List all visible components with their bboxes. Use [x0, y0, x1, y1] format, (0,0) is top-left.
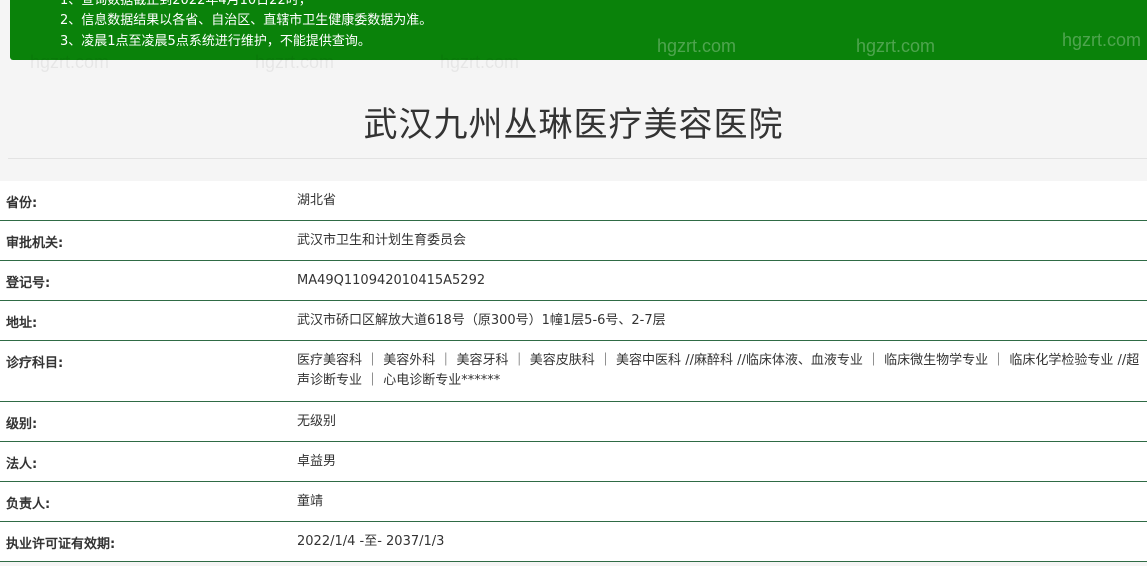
- table-row-departments: 诊疗科目: 医疗美容科 ｜ 美容外科 ｜ 美容牙科 ｜ 美容皮肤科 ｜ 美容中医…: [0, 341, 1147, 402]
- hospital-info-table: 省份: 湖北省 审批机关: 武汉市卫生和计划生育委员会 登记号: MA49Q11…: [0, 181, 1147, 562]
- field-label: 诊疗科目:: [6, 356, 64, 371]
- field-label: 地址:: [6, 316, 38, 331]
- notice-banner: 1、查询数据截止到2022年4月10日22时， 2、信息数据结果以各省、自治区、…: [10, 0, 1147, 60]
- notice-line-2: 2、信息数据结果以各省、自治区、直辖市卫生健康委数据为准。: [60, 13, 433, 28]
- field-value: 武汉市卫生和计划生育委员会: [297, 233, 467, 248]
- page-title: 武汉九州丛琳医疗美容医院: [363, 105, 784, 145]
- field-value: 无级别: [297, 414, 337, 429]
- watermark: hgzrt.com: [440, 52, 520, 72]
- title-divider: [8, 158, 1147, 159]
- table-row-person-in-charge: 负责人: 童靖: [0, 482, 1147, 522]
- field-value: 2022/1/4 -至- 2037/1/3: [297, 534, 445, 549]
- table-row-registration-number: 登记号: MA49Q110942010415A5292: [0, 261, 1147, 301]
- table-row-license-validity: 执业许可证有效期: 2022/1/4 -至- 2037/1/3: [0, 522, 1147, 562]
- field-value: 湖北省: [297, 193, 337, 208]
- notice-line-1: 1、查询数据截止到2022年4月10日22时，: [60, 0, 312, 8]
- table-row-address: 地址: 武汉市硚口区解放大道618号（原300号）1幢1层5-6号、2-7层: [0, 301, 1147, 341]
- field-label: 审批机关:: [6, 236, 64, 251]
- watermark: hgzrt.com: [30, 52, 110, 72]
- field-value: 武汉市硚口区解放大道618号（原300号）1幢1层5-6号、2-7层: [297, 313, 666, 328]
- watermark: hgzrt.com: [856, 36, 936, 56]
- field-label: 省份:: [6, 196, 38, 211]
- watermark: hgzrt.com: [255, 52, 335, 72]
- field-label: 负责人:: [6, 497, 51, 512]
- field-value: MA49Q110942010415A5292: [297, 273, 486, 288]
- field-label: 登记号:: [6, 276, 51, 291]
- field-label: 法人:: [6, 457, 38, 472]
- field-value: 童靖: [297, 494, 324, 509]
- table-row-approval-authority: 审批机关: 武汉市卫生和计划生育委员会: [0, 221, 1147, 261]
- table-row-province: 省份: 湖北省: [0, 181, 1147, 221]
- field-label: 级别:: [6, 417, 38, 432]
- field-value: 卓益男: [297, 454, 337, 469]
- watermark: hgzrt.com: [1062, 30, 1142, 50]
- table-row-legal-person: 法人: 卓益男: [0, 442, 1147, 482]
- notice-line-3: 3、凌晨1点至凌晨5点系统进行维护，不能提供查询。: [60, 34, 371, 49]
- field-label: 执业许可证有效期:: [6, 537, 116, 552]
- field-value: 医疗美容科 ｜ 美容外科 ｜ 美容牙科 ｜ 美容皮肤科 ｜ 美容中医科 //麻醉…: [297, 353, 1140, 388]
- watermark: hgzrt.com: [657, 36, 737, 56]
- table-row-level: 级别: 无级别: [0, 402, 1147, 442]
